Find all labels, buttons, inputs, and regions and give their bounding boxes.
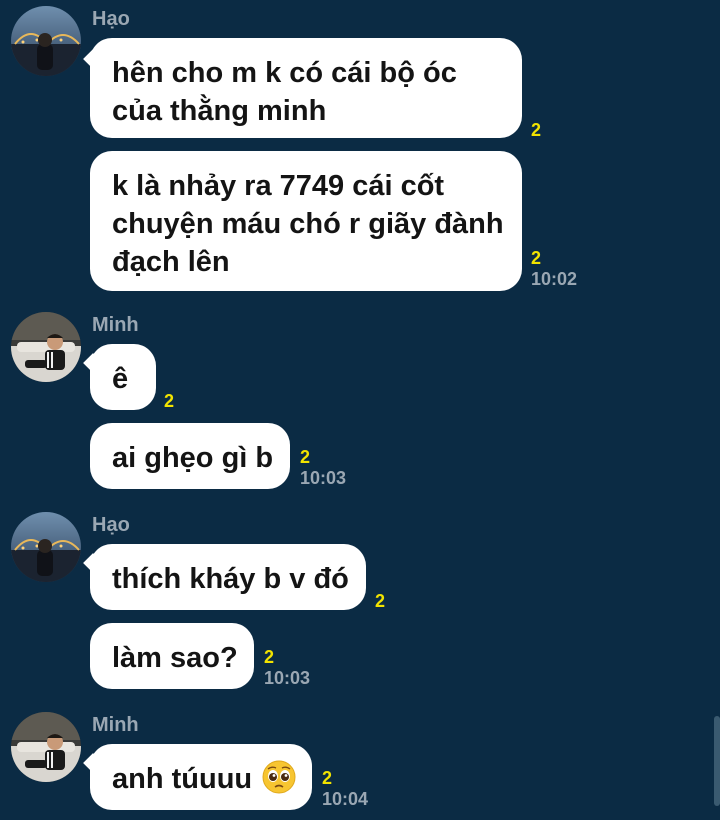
message-bubble[interactable]: làm sao? <box>90 623 254 689</box>
sender-name: Hạo <box>92 8 130 30</box>
timestamp: 10:04 <box>322 789 369 809</box>
seen-count: 2 <box>300 447 311 467</box>
sender-name: Minh <box>92 314 139 336</box>
message-text: chuyện máu chó r giãy đành <box>112 208 504 240</box>
avatar-minh[interactable] <box>11 712 81 782</box>
scrollbar[interactable] <box>714 716 720 806</box>
message-meta: 2 10:04 <box>322 768 368 810</box>
message-text: k là nhảy ra 7749 cái cốt <box>112 170 445 202</box>
message-bubble[interactable]: anh túuuu <box>90 744 312 810</box>
message-meta: 2 10:02 <box>531 248 577 290</box>
message-bubble[interactable]: k là nhảy ra 7749 cái cốt chuyện máu chó… <box>90 151 522 291</box>
message-text: của thằng minh <box>112 95 327 127</box>
message-text: ê <box>112 363 129 395</box>
message-bubble[interactable]: hên cho m k có cái bộ óc của thằng minh <box>90 38 522 138</box>
message-meta: 2 10:03 <box>300 447 346 489</box>
message-bubble[interactable]: ê <box>90 344 156 410</box>
message-text: hên cho m k có cái bộ óc <box>112 57 457 89</box>
sender-name: Hạo <box>92 514 130 536</box>
seen-count: 2 <box>375 591 386 611</box>
message-text: đạch lên <box>112 246 230 278</box>
seen-count: 2 <box>264 647 275 667</box>
message-meta: 2 <box>375 591 385 611</box>
sender-name: Minh <box>92 714 139 736</box>
message-text: làm sao? <box>112 642 238 674</box>
message-bubble[interactable]: ai ghẹo gì b <box>90 423 290 489</box>
chat-area[interactable]: Hạo hên cho m k có cái bộ óc của thằng m… <box>0 0 720 820</box>
seen-count: 2 <box>164 391 175 411</box>
message-meta: 2 <box>164 391 174 411</box>
avatar-hao[interactable] <box>11 512 81 582</box>
avatar-minh[interactable] <box>11 312 81 382</box>
seen-count: 2 <box>531 248 542 268</box>
timestamp: 10:03 <box>264 668 311 688</box>
message-bubble[interactable]: thích kháy b v đó <box>90 544 366 610</box>
timestamp: 10:02 <box>531 269 578 289</box>
message-text: thích kháy b v đó <box>112 563 349 595</box>
timestamp: 10:03 <box>300 468 347 488</box>
seen-count: 2 <box>322 768 333 788</box>
avatar-hao[interactable] <box>11 6 81 76</box>
message-text: anh túuuu <box>112 763 253 795</box>
message-meta: 2 <box>531 120 541 140</box>
message-text: ai ghẹo gì b <box>112 442 274 474</box>
pleading-face-icon <box>262 760 296 794</box>
message-meta: 2 10:03 <box>264 647 310 689</box>
seen-count: 2 <box>531 120 542 140</box>
